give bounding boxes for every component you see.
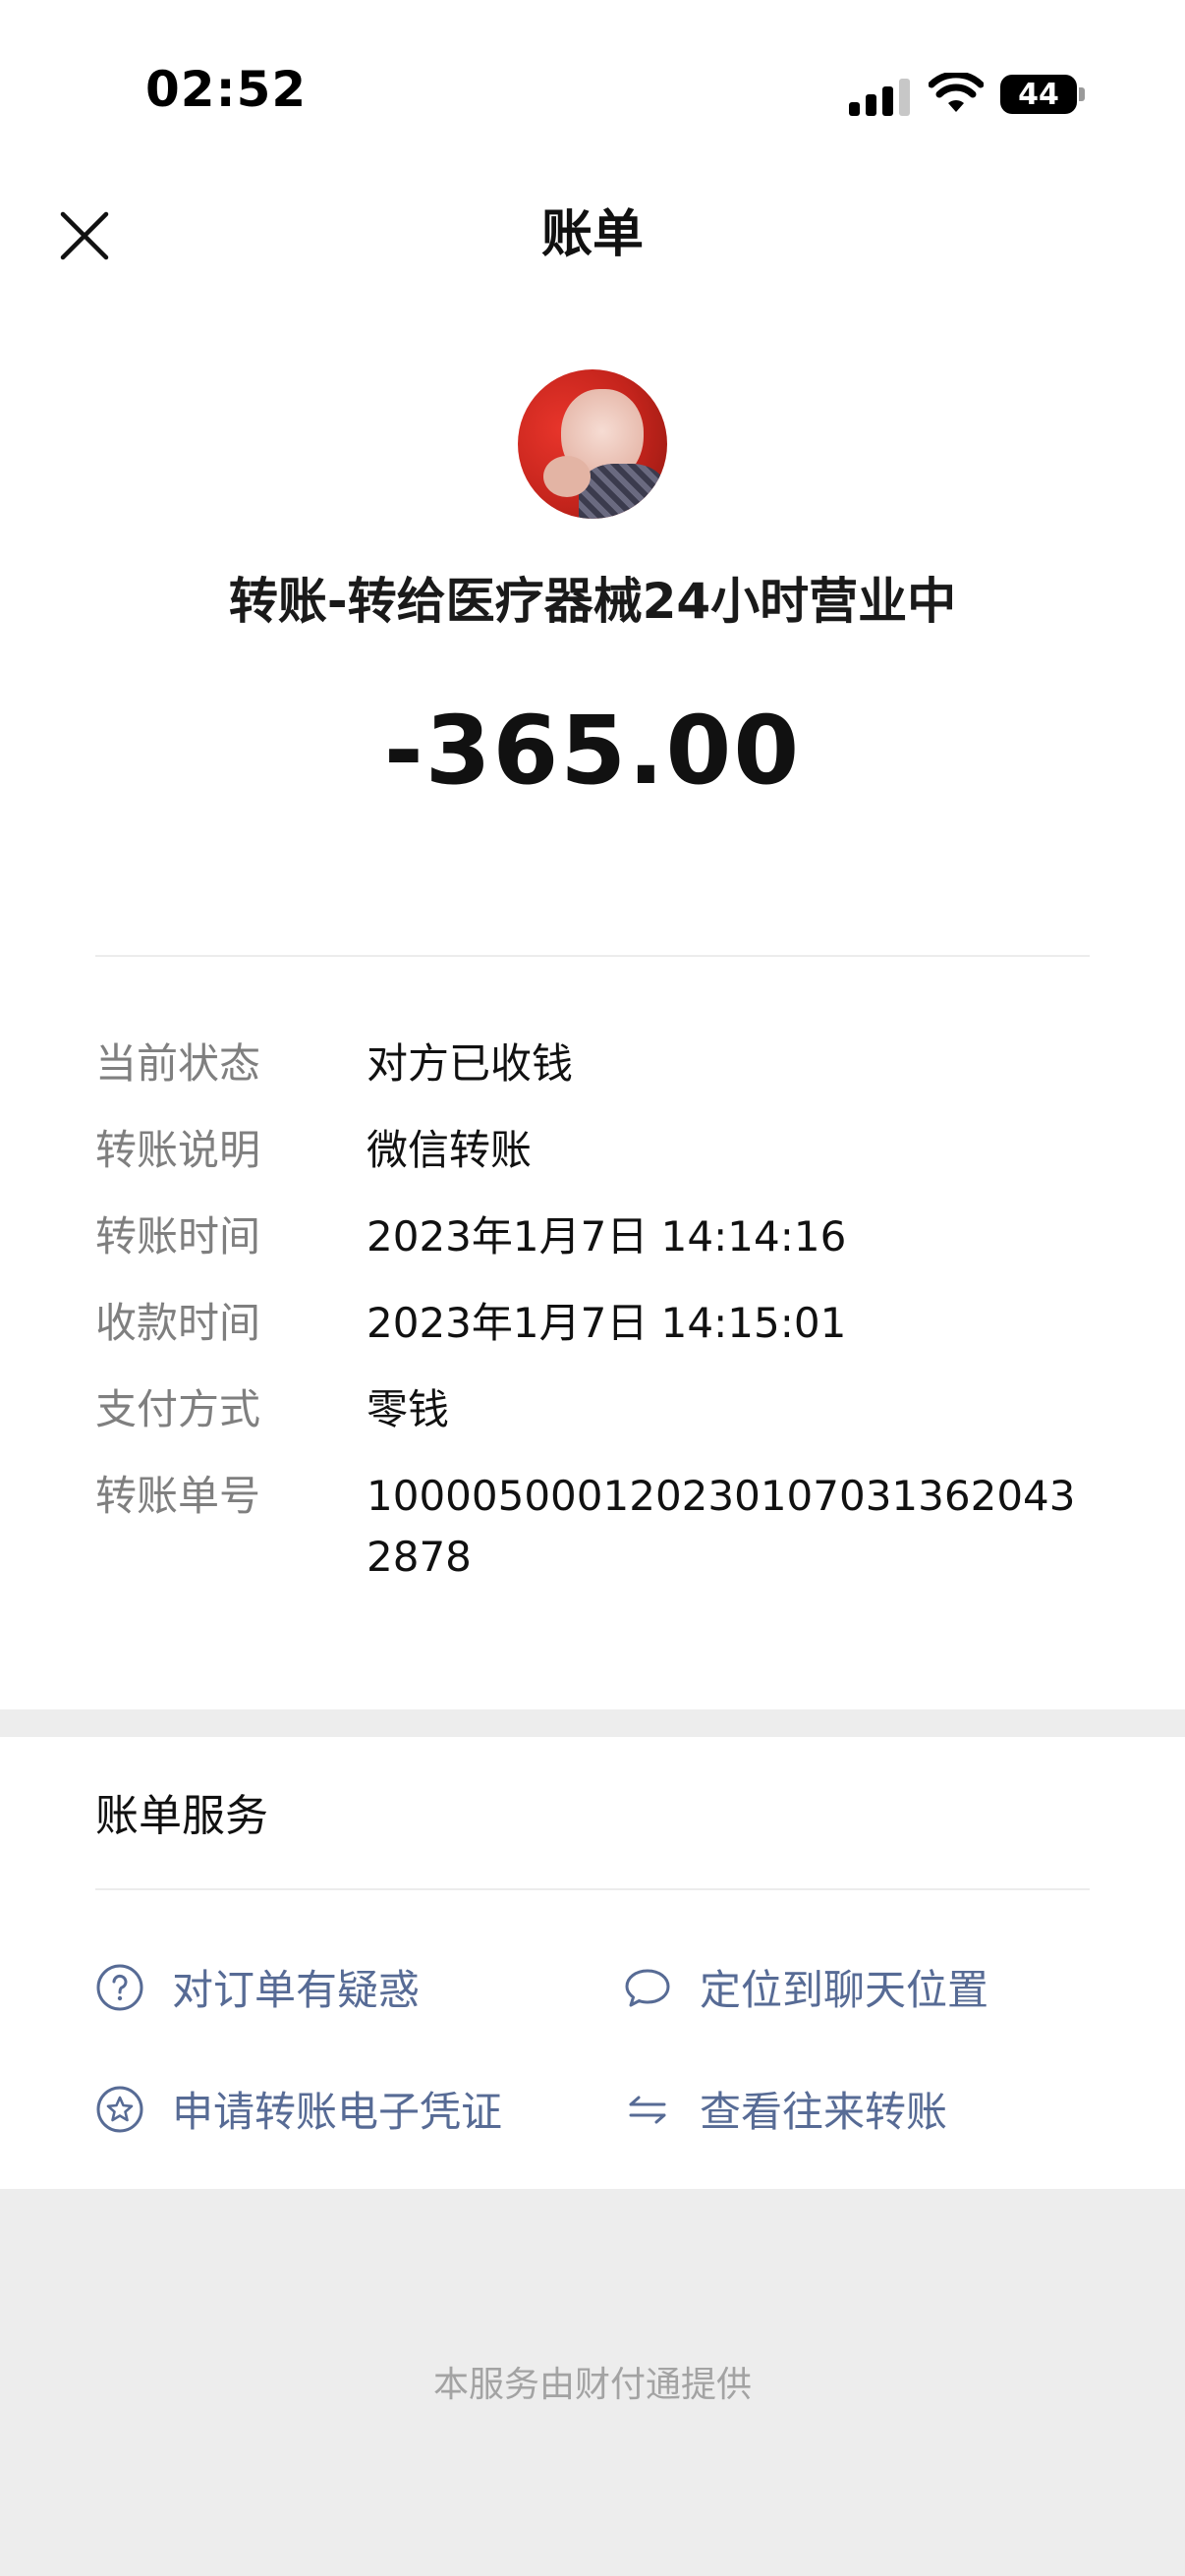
amount: -365.00 bbox=[383, 696, 802, 806]
locate-chat-link[interactable]: 定位到聊天位置 bbox=[623, 1957, 988, 2017]
detail-value: 零钱 bbox=[367, 1385, 450, 1433]
cellular-signal-icon bbox=[849, 77, 910, 116]
divider bbox=[95, 1888, 1090, 1890]
detail-label: 当前状态 bbox=[95, 1039, 261, 1088]
detail-value: 微信转账 bbox=[367, 1126, 533, 1174]
detail-value[interactable]: 100005000120230107031362043 2878 bbox=[367, 1466, 1090, 1588]
detail-label: 支付方式 bbox=[95, 1385, 261, 1433]
battery-icon: 44 bbox=[1000, 75, 1077, 114]
wifi-icon bbox=[928, 71, 985, 120]
question-circle-icon bbox=[95, 1963, 144, 2012]
status-bar: 02:52 44 bbox=[0, 0, 1185, 187]
section-separator bbox=[0, 1709, 1185, 1737]
star-badge-icon bbox=[95, 2085, 144, 2134]
detail-label: 转账说明 bbox=[95, 1126, 261, 1174]
detail-label: 转账时间 bbox=[95, 1212, 261, 1260]
services-title: 账单服务 bbox=[95, 1791, 268, 1841]
detail-label: 收款时间 bbox=[95, 1299, 261, 1347]
detail-value: 对方已收钱 bbox=[367, 1039, 574, 1088]
footer-text: 本服务由财付通提供 bbox=[432, 2365, 752, 2405]
divider bbox=[95, 955, 1090, 957]
swap-arrows-icon bbox=[623, 2085, 672, 2134]
avatar bbox=[518, 369, 667, 519]
question-order-link[interactable]: 对订单有疑惑 bbox=[95, 1957, 420, 2017]
service-label: 查看往来转账 bbox=[700, 2088, 948, 2136]
request-voucher-link[interactable]: 申请转账电子凭证 bbox=[95, 2079, 502, 2139]
detail-label: 转账单号 bbox=[95, 1472, 261, 1520]
service-label: 定位到聊天位置 bbox=[700, 1966, 989, 2014]
payee-name: 转账-转给医疗器械24小时营业中 bbox=[228, 573, 957, 630]
view-transfers-link[interactable]: 查看往来转账 bbox=[623, 2079, 947, 2139]
page-title: 账单 bbox=[540, 205, 644, 264]
chat-bubble-icon bbox=[623, 1963, 672, 2012]
status-time: 02:52 bbox=[145, 61, 308, 118]
battery-level: 44 bbox=[1018, 77, 1059, 112]
battery-tip bbox=[1079, 87, 1085, 101]
service-label: 申请转账电子凭证 bbox=[172, 2088, 503, 2136]
detail-value: 2023年1月7日 14:15:01 bbox=[367, 1299, 847, 1347]
detail-value: 2023年1月7日 14:14:16 bbox=[367, 1212, 847, 1260]
service-label: 对订单有疑惑 bbox=[172, 1966, 421, 2014]
